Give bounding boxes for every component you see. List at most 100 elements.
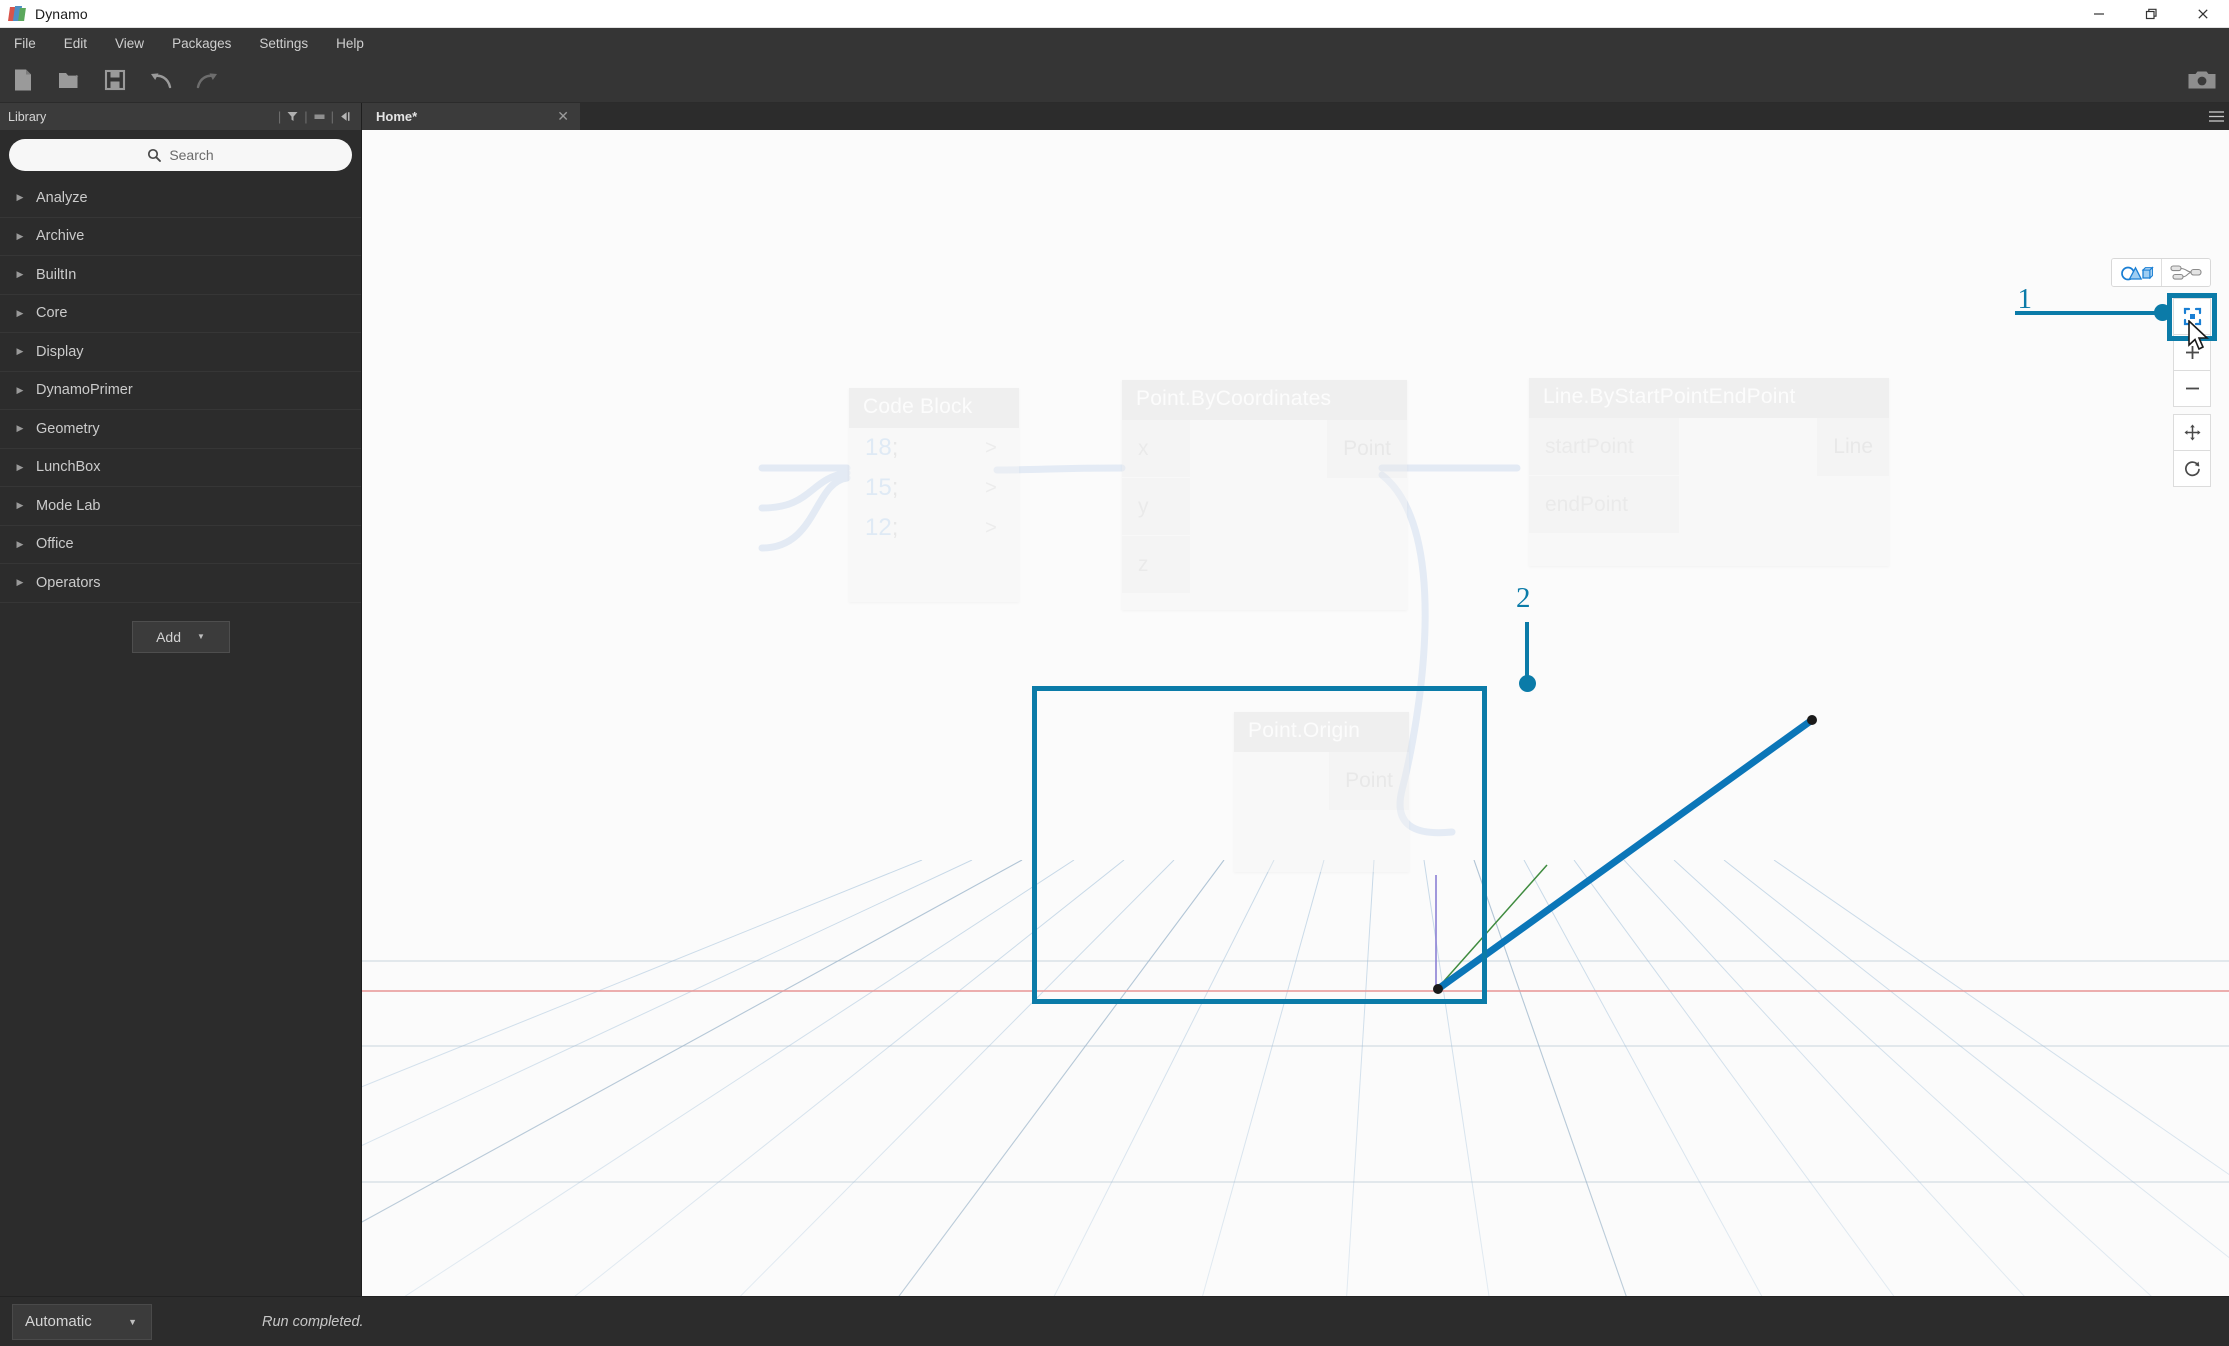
code-block-output-port[interactable]: > [963, 517, 1019, 540]
add-package-area: Add ▼ [0, 603, 361, 653]
new-file-button[interactable] [0, 58, 46, 103]
pan-arrows-icon [2184, 424, 2200, 441]
minimize-button[interactable] [2073, 0, 2125, 28]
node-title: Point.Origin [1234, 712, 1409, 752]
library-item-label: BuiltIn [36, 266, 77, 283]
workspace-area: Home* ✕ Code Block 18 ; > 15 ; > 12 ; > … [362, 103, 2229, 1296]
filter-icon[interactable] [284, 109, 301, 125]
search-placeholder: Search [169, 147, 214, 163]
open-file-button[interactable] [46, 58, 92, 103]
menu-file[interactable]: File [0, 28, 50, 58]
code-block-line[interactable]: 12 ; > [849, 508, 1019, 548]
input-port-z[interactable]: z [1122, 536, 1190, 594]
library-item-label: Mode Lab [36, 497, 101, 514]
port-row: y [1122, 478, 1407, 536]
library-item-archive[interactable]: ▶ Archive [0, 217, 361, 256]
library-item-office[interactable]: ▶ Office [0, 525, 361, 564]
zoom-to-fit-icon [2183, 307, 2201, 326]
geometry-view-toggle[interactable] [2112, 259, 2161, 286]
expand-arrow-icon: ▶ [16, 307, 24, 318]
pan-button[interactable] [2173, 414, 2211, 451]
perspective-ground-grid [362, 860, 2229, 1296]
menu-bar: File Edit View Packages Settings Help [0, 28, 2229, 58]
code-block-output-port[interactable]: > [963, 437, 1019, 460]
code-block-line[interactable]: 15 ; > [849, 468, 1019, 508]
zoom-out-button[interactable] [2173, 370, 2211, 407]
menu-settings[interactable]: Settings [245, 28, 322, 58]
redo-button[interactable] [184, 58, 230, 103]
callout-1-leader-line [2015, 311, 2165, 315]
dynamo-application-window: Dynamo File Edit View Packages Settings … [0, 0, 2229, 1346]
workspace-menu-button[interactable] [2203, 103, 2229, 130]
orbit-button[interactable] [2173, 450, 2211, 487]
output-port-point[interactable]: Point [1327, 420, 1407, 478]
input-port-startpoint[interactable]: startPoint [1529, 418, 1679, 476]
run-mode-value: Automatic [25, 1313, 92, 1330]
library-item-display[interactable]: ▶ Display [0, 333, 361, 372]
expand-arrow-icon: ▶ [16, 192, 24, 203]
library-item-dynamoprimer[interactable]: ▶ DynamoPrimer [0, 371, 361, 410]
divider: | [304, 109, 308, 124]
tab-close-icon[interactable]: ✕ [557, 108, 569, 125]
restore-button[interactable] [2125, 0, 2177, 28]
layout-icon[interactable] [311, 109, 328, 125]
library-header: Library | | | [0, 103, 361, 130]
dynamo-logo-icon [8, 5, 26, 22]
library-item-analyze[interactable]: ▶ Analyze [0, 179, 361, 218]
tab-bar-filler [580, 103, 2203, 130]
expand-arrow-icon: ▶ [16, 423, 24, 434]
minus-icon [2185, 387, 2199, 390]
menu-help[interactable]: Help [322, 28, 378, 58]
window-controls [2073, 0, 2229, 28]
add-button[interactable]: Add ▼ [131, 620, 230, 653]
menu-edit[interactable]: Edit [50, 28, 101, 58]
input-port-x[interactable]: x [1122, 420, 1190, 478]
save-button[interactable] [92, 58, 138, 103]
node-graph-icon [2170, 264, 2202, 280]
input-port-y[interactable]: y [1122, 478, 1190, 536]
zoom-to-fit-button[interactable] [2173, 298, 2211, 335]
tab-home[interactable]: Home* ✕ [362, 103, 580, 130]
output-port-point[interactable]: Point [1329, 752, 1409, 810]
zoom-in-button[interactable] [2173, 334, 2211, 371]
library-item-builtin[interactable]: ▶ BuiltIn [0, 256, 361, 295]
library-sidebar: Library | | | Search ▶ Analyze ▶ Archive… [0, 103, 362, 1296]
port-row: Point [1234, 752, 1409, 810]
code-block-output-port[interactable]: > [963, 477, 1019, 500]
redo-arrow-icon [196, 73, 217, 89]
library-item-core[interactable]: ▶ Core [0, 294, 361, 333]
hamburger-menu-icon [2208, 111, 2224, 122]
3d-viewport[interactable]: Code Block 18 ; > 15 ; > 12 ; > Point.By… [362, 130, 2229, 1296]
output-port-line[interactable]: Line [1817, 418, 1889, 476]
menu-view[interactable]: View [101, 28, 158, 58]
close-button[interactable] [2177, 0, 2229, 28]
node-code-block[interactable]: Code Block 18 ; > 15 ; > 12 ; > [849, 388, 1019, 602]
expand-arrow-icon: ▶ [16, 577, 24, 588]
library-item-geometry[interactable]: ▶ Geometry [0, 410, 361, 449]
viewport-navigation-controls [2173, 298, 2211, 494]
search-input[interactable]: Search [9, 139, 352, 171]
library-item-lunchbox[interactable]: ▶ LunchBox [0, 448, 361, 487]
graph-view-toggle[interactable] [2161, 259, 2210, 286]
graph-canvas-3d-preview[interactable]: Code Block 18 ; > 15 ; > 12 ; > Point.By… [362, 130, 2229, 1296]
add-button-label: Add [156, 628, 181, 645]
run-mode-dropdown[interactable]: Automatic ▼ [12, 1303, 152, 1340]
node-title: Point.ByCoordinates [1122, 380, 1407, 420]
code-block-line[interactable]: 18 ; > [849, 428, 1019, 468]
orbit-rotate-icon [2184, 461, 2200, 477]
undo-button[interactable] [138, 58, 184, 103]
node-line-by-start-point-end-point[interactable]: Line.ByStartPointEndPoint startPoint Lin… [1529, 378, 1889, 566]
collapse-panel-icon[interactable] [337, 109, 354, 125]
code-block-value: 15 [865, 474, 892, 501]
node-point-by-coordinates[interactable]: Point.ByCoordinates x Point y z [1122, 380, 1407, 610]
input-port-endpoint[interactable]: endPoint [1529, 476, 1679, 534]
library-item-operators[interactable]: ▶ Operators [0, 564, 361, 603]
library-search-area: Search [0, 130, 361, 179]
screenshot-button[interactable] [2175, 58, 2229, 103]
library-item-mode-lab[interactable]: ▶ Mode Lab [0, 487, 361, 526]
expand-arrow-icon: ▶ [16, 538, 24, 549]
node-point-origin[interactable]: Point.Origin Point [1234, 712, 1409, 872]
code-block-value: 18 [865, 434, 892, 461]
menu-packages[interactable]: Packages [158, 28, 245, 58]
expand-arrow-icon: ▶ [16, 461, 24, 472]
